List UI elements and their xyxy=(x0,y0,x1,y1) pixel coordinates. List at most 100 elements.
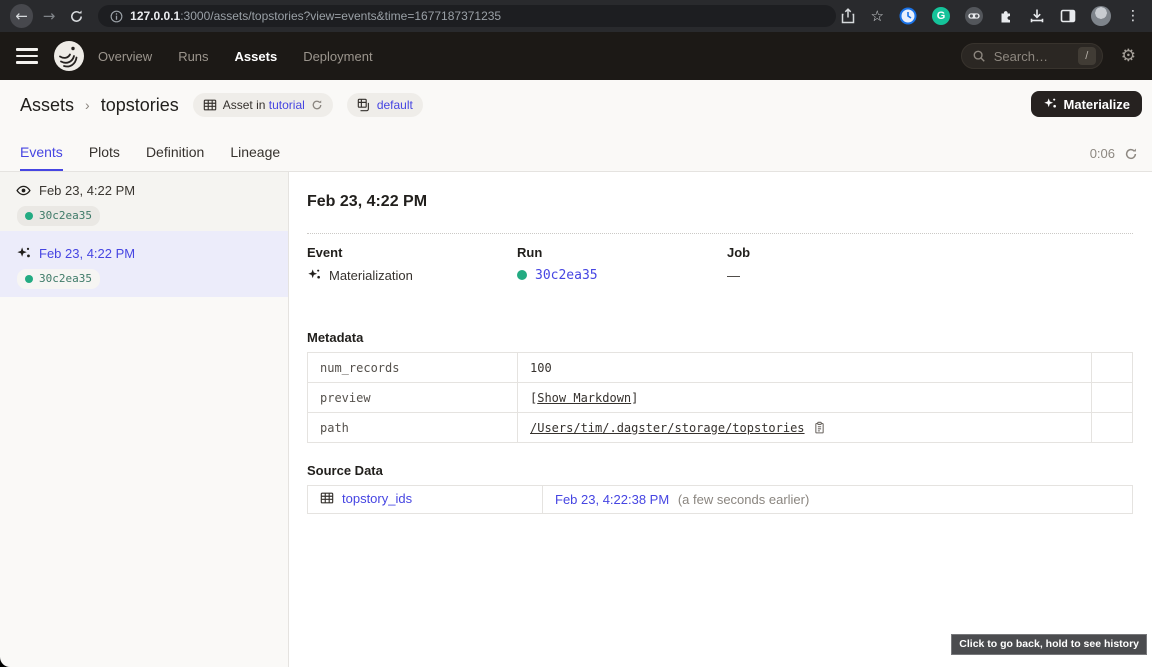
tutorial-badge-prefix: Asset in xyxy=(223,98,266,112)
refresh-countdown: 0:06 xyxy=(1090,146,1115,161)
tab-events[interactable]: Events xyxy=(20,144,63,171)
browser-forward-button[interactable]: → xyxy=(37,4,60,28)
event-timestamp: Feb 23, 4:22 PM xyxy=(39,246,135,261)
breadcrumb-current-asset: topstories xyxy=(101,95,179,116)
site-info-icon[interactable] xyxy=(110,10,123,23)
tab-lineage[interactable]: Lineage xyxy=(230,144,280,171)
table-row: topstory_ids Feb 23, 4:22:38 PM (a few s… xyxy=(308,486,1133,514)
show-markdown-link[interactable]: Show Markdown xyxy=(537,391,631,405)
asset-tutorial-badge[interactable]: Asset in tutorial xyxy=(193,93,333,117)
browser-back-button[interactable]: ← xyxy=(10,4,33,28)
metadata-value: [Show Markdown] xyxy=(518,383,1092,413)
browser-back-tooltip: Click to go back, hold to see history xyxy=(951,634,1147,655)
breadcrumb: Assets › topstories Asset in tutorial de… xyxy=(20,93,423,117)
path-link[interactable]: /Users/tim/.dagster/storage/topstories xyxy=(530,421,805,435)
browser-reload-button[interactable] xyxy=(65,4,88,28)
table-row: path /Users/tim/.dagster/storage/topstor… xyxy=(308,413,1133,443)
run-id-pill[interactable]: 30c2ea35 xyxy=(17,269,100,289)
copy-clipboard-icon[interactable] xyxy=(813,421,826,435)
nav-item-runs[interactable]: Runs xyxy=(178,49,208,64)
breadcrumb-chevron-icon: › xyxy=(84,97,91,113)
run-status-dot xyxy=(25,212,33,220)
run-status-dot xyxy=(25,275,33,283)
breadcrumb-assets-link[interactable]: Assets xyxy=(20,95,74,116)
metadata-spacer-cell xyxy=(1092,353,1133,383)
job-column-label: Job xyxy=(727,245,937,260)
url-path: :3000/assets/topstories?view=events&time… xyxy=(180,9,501,23)
url-host: 127.0.0.1 xyxy=(130,9,180,23)
metadata-key: preview xyxy=(308,383,518,413)
address-bar[interactable]: 127.0.0.1:3000/assets/topstories?view=ev… xyxy=(98,5,835,27)
nav-item-overview[interactable]: Overview xyxy=(98,49,152,64)
browser-menu-kebab-icon[interactable]: ⋮ xyxy=(1126,8,1140,24)
event-list-sidebar: Feb 23, 4:22 PM 30c2ea35 Feb 23, 4:22 PM… xyxy=(0,172,289,667)
asset-grid-icon xyxy=(203,98,217,112)
event-list-item-observation[interactable]: Feb 23, 4:22 PM 30c2ea35 xyxy=(0,172,288,231)
settings-gear-icon[interactable]: ⚙ xyxy=(1121,46,1136,66)
tab-plots[interactable]: Plots xyxy=(89,144,120,171)
nav-item-assets[interactable]: Assets xyxy=(235,49,278,64)
metadata-table: num_records 100 preview [Show Markdown] … xyxy=(307,352,1133,443)
downloads-icon[interactable] xyxy=(1029,8,1045,24)
tutorial-link[interactable]: tutorial xyxy=(269,98,305,112)
source-data-section-title: Source Data xyxy=(307,463,1133,478)
metadata-value: /Users/tim/.dagster/storage/topstories xyxy=(518,413,1092,443)
table-row: num_records 100 xyxy=(308,353,1133,383)
metadata-key: path xyxy=(308,413,518,443)
source-asset-link[interactable]: topstory_ids xyxy=(320,491,412,506)
browser-profile-avatar[interactable] xyxy=(1091,6,1111,26)
run-column: Run 30c2ea35 xyxy=(517,245,727,284)
event-summary-columns: Event Materialization Run 30c2ea35 Job — xyxy=(307,245,1133,284)
reading-list-panel-icon[interactable] xyxy=(1060,8,1076,24)
materialize-sparkle-icon xyxy=(1043,97,1057,111)
nav-item-deployment[interactable]: Deployment xyxy=(303,49,372,64)
materialization-sparkle-icon xyxy=(307,268,321,282)
browser-toolbar: ← → 127.0.0.1:3000/assets/topstories?vie… xyxy=(0,0,1152,32)
share-icon[interactable] xyxy=(840,8,856,24)
extension-grammarly-icon[interactable]: G xyxy=(932,7,950,25)
metadata-spacer-cell xyxy=(1092,383,1133,413)
refresh-icon[interactable] xyxy=(1124,147,1138,161)
browser-actions: ☆ G ⋮ xyxy=(840,6,1142,26)
asset-group-badge[interactable]: default xyxy=(347,93,423,117)
extension-goggles-icon[interactable] xyxy=(965,7,983,25)
source-time-link[interactable]: Feb 23, 4:22:38 PM xyxy=(555,492,669,507)
job-column: Job — xyxy=(727,245,937,284)
source-data-table: topstory_ids Feb 23, 4:22:38 PM (a few s… xyxy=(307,485,1133,514)
run-status-dot xyxy=(517,270,527,280)
group-badge-label: default xyxy=(377,98,413,112)
search-icon xyxy=(972,49,986,63)
hamburger-menu-icon[interactable] xyxy=(16,48,38,64)
extensions-puzzle-icon[interactable] xyxy=(998,8,1014,24)
dagster-logo[interactable] xyxy=(54,41,84,71)
extension-clock-icon[interactable] xyxy=(899,7,917,25)
event-column: Event Materialization xyxy=(307,245,517,284)
tutorial-badge-text: Asset in tutorial xyxy=(223,98,305,112)
primary-nav: Overview Runs Assets Deployment xyxy=(98,49,373,64)
run-id-label: 30c2ea35 xyxy=(39,209,92,222)
detail-divider xyxy=(307,233,1133,234)
metadata-section-title: Metadata xyxy=(307,330,1133,345)
search-shortcut-badge: / xyxy=(1078,47,1096,65)
metadata-key: num_records xyxy=(308,353,518,383)
observation-eye-icon xyxy=(16,183,31,198)
search-input[interactable] xyxy=(992,48,1072,65)
asset-tabs: Events Plots Definition Lineage xyxy=(20,144,280,171)
source-time-note: (a few seconds earlier) xyxy=(678,492,810,507)
tab-definition[interactable]: Definition xyxy=(146,144,204,171)
app-navbar: Overview Runs Assets Deployment / ⚙ xyxy=(0,32,1152,80)
bookmark-star-icon[interactable]: ☆ xyxy=(871,7,884,25)
event-list-item-materialization[interactable]: Feb 23, 4:22 PM 30c2ea35 xyxy=(0,231,288,297)
table-row: preview [Show Markdown] xyxy=(308,383,1133,413)
metadata-spacer-cell xyxy=(1092,413,1133,443)
badge-refresh-icon[interactable] xyxy=(311,99,323,111)
job-value: — xyxy=(727,268,740,283)
global-search[interactable]: / xyxy=(961,43,1103,69)
run-column-label: Run xyxy=(517,245,727,260)
asset-page-header: Assets › topstories Asset in tutorial de… xyxy=(0,80,1152,172)
metadata-value: 100 xyxy=(518,353,1092,383)
source-asset-name: topstory_ids xyxy=(342,491,412,506)
run-id-pill[interactable]: 30c2ea35 xyxy=(17,206,100,226)
materialize-button[interactable]: Materialize xyxy=(1031,91,1142,117)
run-id-link[interactable]: 30c2ea35 xyxy=(535,268,598,283)
